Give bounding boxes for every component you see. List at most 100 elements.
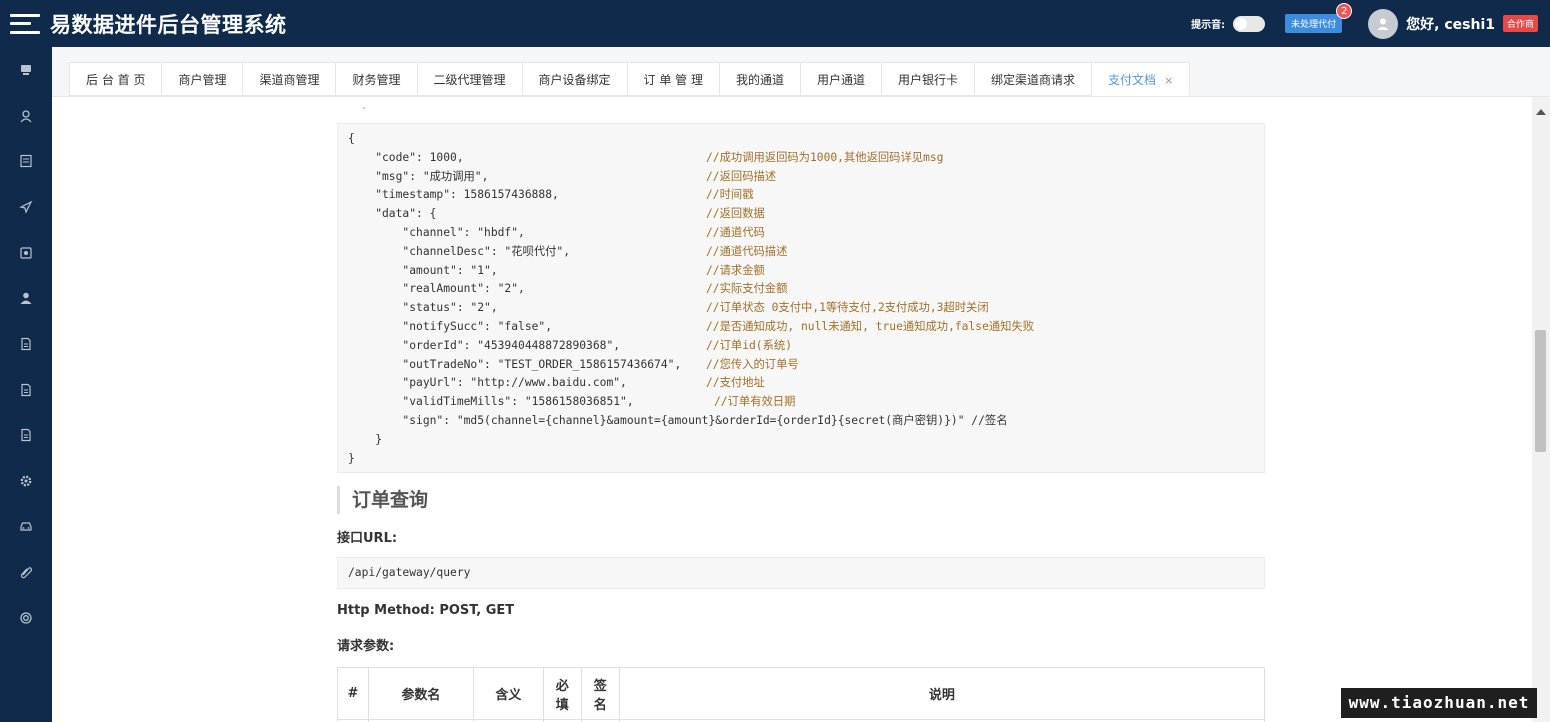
table-header-cell: 说明 bbox=[618, 667, 1266, 720]
monitor-icon[interactable] bbox=[0, 59, 52, 81]
table-header-row: # 参数名 含义必 填签 名说明 bbox=[337, 667, 1266, 720]
code-line: "channel": "hbdf", bbox=[348, 226, 525, 239]
user-icon bbox=[1377, 18, 1389, 30]
tab-0[interactable]: 后 台 首 页 bbox=[69, 62, 162, 96]
tab-label: 绑定渠道商请求 bbox=[991, 73, 1076, 87]
gear-icon[interactable] bbox=[0, 470, 52, 492]
table-header-cell: 参数名 bbox=[367, 667, 474, 720]
code-comment: //是否通知成功, null未通知, true通知成功,false通知失败 bbox=[706, 320, 1035, 333]
code-line: "status": "2", bbox=[348, 301, 498, 315]
code-comment: //返回码描述 bbox=[706, 169, 777, 183]
tab-label: 商户设备绑定 bbox=[538, 73, 611, 87]
person-icon[interactable] bbox=[0, 287, 52, 309]
tab-11[interactable]: 支付文档 × bbox=[1091, 62, 1191, 96]
code-comment: //订单状态 0支付中,1等待支付,2支付成功,3超时关闭 bbox=[706, 301, 989, 315]
document-icon[interactable] bbox=[0, 379, 52, 401]
sidebar bbox=[0, 47, 52, 722]
scroll-thumb[interactable] bbox=[1535, 330, 1546, 452]
tab-label: 用户通道 bbox=[817, 73, 866, 87]
tab-6[interactable]: 订 单 管 理 bbox=[626, 62, 719, 96]
lifebuoy-icon[interactable] bbox=[0, 607, 52, 629]
code-comment: //返回数据 bbox=[706, 207, 765, 221]
tab-bar: 后 台 首 页 商户管理 渠道商管理 财务管理 二级代理管理 商户设备绑定 订 单 管 理 我… bbox=[52, 47, 1550, 97]
tab-8[interactable]: 用户通道 bbox=[800, 62, 882, 96]
sound-label: 提示音: bbox=[1191, 20, 1226, 31]
url-code-box: /api/gateway/query bbox=[337, 557, 1265, 589]
code-line: } bbox=[348, 432, 383, 446]
response-code-block: { "code": 1000, //成功调用返回码为1000,其他返回码详见msg… bbox=[337, 123, 1265, 473]
sound-toggle[interactable] bbox=[1233, 15, 1266, 32]
code-line: "payUrl": "http://www.baidu.com", bbox=[348, 376, 627, 390]
main-content: - { "code": 1000, //成功调用返回码为1000,其他返回码详见m… bbox=[52, 97, 1532, 722]
pending-payout-label: 未处理代付 bbox=[1291, 20, 1337, 30]
paperclip-icon[interactable] bbox=[0, 561, 52, 583]
menu-toggle-icon[interactable] bbox=[10, 13, 40, 34]
header-right: 提示音: 未处理代付 2 您好, ceshi1 合作商 bbox=[1191, 0, 1538, 47]
code-comment: //通道代码描述 bbox=[706, 244, 788, 258]
tab-9[interactable]: 用户银行卡 bbox=[881, 62, 975, 96]
tab-label: 后 台 首 页 bbox=[86, 73, 146, 87]
code-comment: //请求金额 bbox=[706, 263, 765, 277]
code-line: } bbox=[348, 451, 355, 465]
code-line: "sign": "md5(channel={channel}&amount={a… bbox=[348, 414, 1008, 427]
request-params-label: 请求参数: bbox=[337, 639, 395, 654]
code-line: "realAmount": "2", bbox=[348, 282, 525, 296]
tab-label: 用户银行卡 bbox=[898, 73, 959, 87]
app-title: 易数据进件后台管理系统 bbox=[50, 12, 287, 37]
table-header-cell: 含义 bbox=[472, 667, 544, 720]
url-label: 接口URL: bbox=[337, 531, 398, 546]
code-comment: //通道代码 bbox=[706, 226, 765, 239]
code-line: "amount": "1", bbox=[348, 263, 498, 277]
code-line: { bbox=[348, 132, 355, 145]
code-line: "orderId": "453940448872890368", bbox=[348, 338, 621, 352]
greeting-text[interactable]: 您好, ceshi1 bbox=[1406, 14, 1495, 34]
tab-label: 财务管理 bbox=[352, 73, 401, 87]
code-comment: //实际支付金额 bbox=[706, 282, 788, 296]
user-icon[interactable] bbox=[0, 105, 52, 127]
code-comment: //成功调用返回码为1000,其他返回码详见msg bbox=[706, 150, 944, 164]
table-header-cell: 签 名 bbox=[580, 667, 620, 720]
tab-label: 支付文档 bbox=[1108, 73, 1157, 87]
code-comment: //支付地址 bbox=[706, 376, 765, 390]
top-header: 易数据进件后台管理系统 提示音: 未处理代付 2 您好, ceshi1 合作商 bbox=[0, 0, 1550, 47]
http-method-label: Http Method: POST, GET bbox=[337, 603, 515, 618]
tab-3[interactable]: 财务管理 bbox=[335, 62, 417, 96]
tab-label: 渠道商管理 bbox=[259, 73, 320, 87]
code-comment: //时间戳 bbox=[706, 188, 754, 202]
code-line: "validTimeMills": "1586158036851", bbox=[348, 395, 634, 409]
watermark: www.tiaozhuan.net bbox=[1341, 688, 1537, 718]
tab-10[interactable]: 绑定渠道商请求 bbox=[974, 62, 1092, 96]
image-icon[interactable] bbox=[0, 242, 52, 264]
scroll-up-arrow-icon[interactable] bbox=[1536, 109, 1546, 115]
request-params-table: # 参数名 含义必 填签 名说明 bbox=[337, 667, 1266, 722]
tabs: 后 台 首 页 商户管理 渠道商管理 财务管理 二级代理管理 商户设备绑定 订 单 管 理 我… bbox=[69, 62, 1191, 96]
code-comment: //您传入的订单号 bbox=[706, 357, 799, 371]
tab-7[interactable]: 我的通道 bbox=[718, 62, 800, 96]
vertical-scrollbar[interactable] bbox=[1532, 97, 1550, 722]
list-icon[interactable] bbox=[0, 150, 52, 172]
table-header-cell: 必 填 bbox=[542, 667, 582, 720]
code-line: "outTradeNo": "TEST_ORDER_1586157436674"… bbox=[348, 357, 682, 371]
code-line: "msg": "成功调用", bbox=[348, 169, 489, 183]
code-line: "notifySucc": "false", bbox=[348, 320, 553, 333]
tab-label: 我的通道 bbox=[735, 73, 784, 87]
code-line: "data": { bbox=[348, 207, 437, 221]
pending-payout-button[interactable]: 未处理代付 2 bbox=[1285, 3, 1353, 33]
code-comment: //订单有效日期 bbox=[714, 395, 796, 409]
pending-count-badge: 2 bbox=[1336, 3, 1353, 19]
tab-4[interactable]: 二级代理管理 bbox=[416, 62, 522, 96]
tab-2[interactable]: 渠道商管理 bbox=[242, 62, 336, 96]
send-icon[interactable] bbox=[0, 196, 52, 218]
document-icon[interactable] bbox=[0, 424, 52, 446]
close-tab-icon[interactable]: × bbox=[1164, 74, 1173, 87]
section-title: 订单查询 bbox=[337, 486, 428, 514]
car-icon[interactable] bbox=[0, 515, 52, 537]
tab-5[interactable]: 商户设备绑定 bbox=[521, 62, 627, 96]
table-header-cell: # bbox=[337, 667, 369, 720]
document-icon[interactable] bbox=[0, 333, 52, 355]
avatar[interactable] bbox=[1368, 8, 1399, 39]
tab-1[interactable]: 商户管理 bbox=[161, 62, 243, 96]
code-comment: //订单id(系统) bbox=[706, 338, 792, 352]
code-fragment-above: - bbox=[362, 103, 366, 114]
tab-label: 订 单 管 理 bbox=[643, 73, 703, 87]
